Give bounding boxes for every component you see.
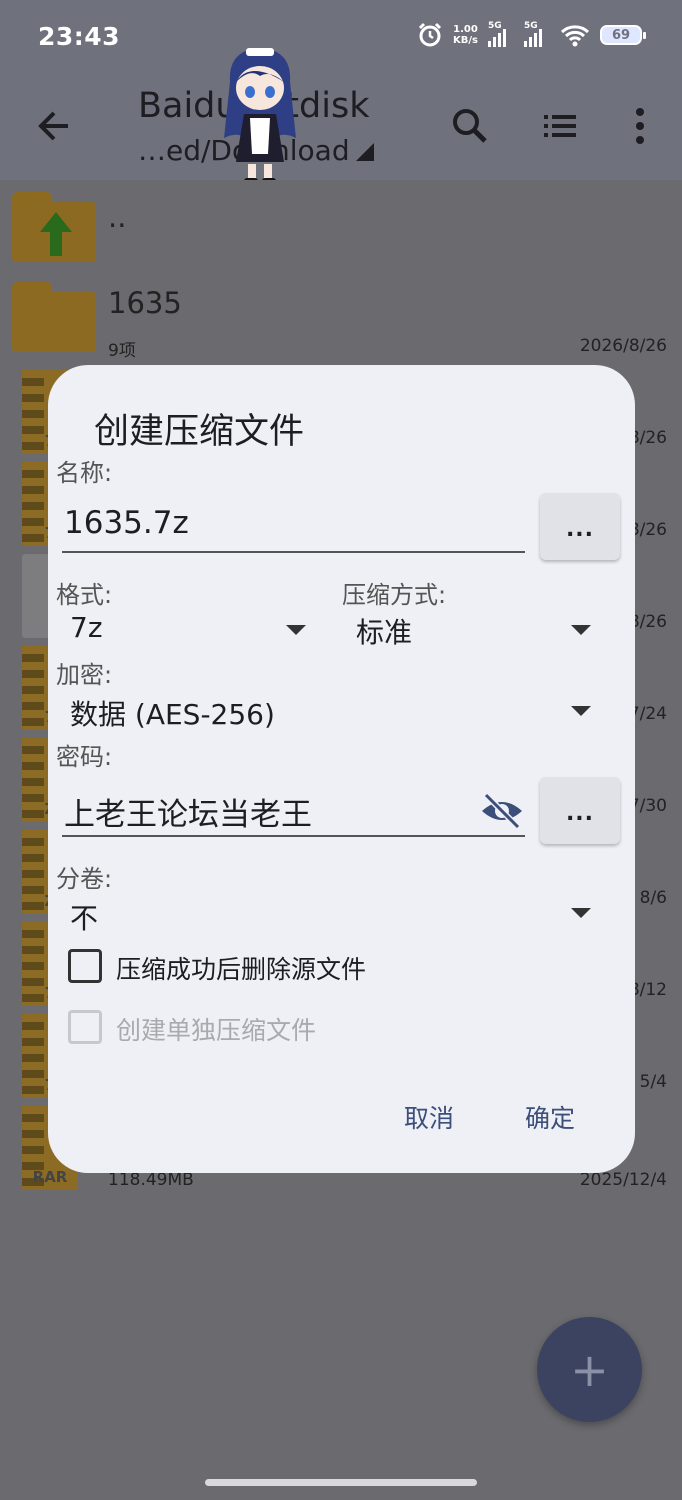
battery-icon: 69 (600, 25, 646, 45)
add-fab-button[interactable]: + (537, 1317, 642, 1422)
status-icons: 1.00 KB/s 5G 5G 69 (417, 21, 646, 48)
signal-icon-2: 5G (524, 21, 550, 47)
app-bar: BaiduNetdisk …ed/Download (0, 76, 682, 180)
dialog-title: 创建压缩文件 (94, 412, 305, 452)
list-item-date: 2025/12/4 (579, 1170, 667, 1190)
list-item-name: 1635 (108, 286, 182, 320)
status-time: 23:43 (38, 22, 121, 51)
status-bar: 23:43 1.00 KB/s 5G 5G 69 (0, 0, 682, 76)
encryption-label: 加密: (56, 661, 113, 689)
list-item-folder[interactable]: 1635 9项 2026/8/26 (0, 272, 682, 364)
list-item-name: .. (108, 200, 127, 234)
split-select[interactable]: 不 (70, 897, 98, 937)
format-select[interactable]: 7z (70, 611, 103, 644)
cancel-button[interactable]: 取消 (404, 1099, 454, 1135)
list-item-meta: 9项 (108, 341, 136, 361)
password-options-button[interactable]: ... (540, 777, 620, 844)
encryption-dropdown-icon[interactable] (571, 706, 591, 716)
delete-source-label[interactable]: 压缩成功后删除源文件 (116, 950, 366, 986)
format-dropdown-icon[interactable] (286, 625, 306, 635)
list-item-date: 5/4 (639, 1072, 667, 1092)
separate-archive-label[interactable]: 创建单独压缩文件 (116, 1011, 316, 1047)
network-speed-value: 1.00 (453, 24, 478, 35)
list-item-date: 2026/8/26 (579, 336, 667, 356)
method-label: 压缩方式: (342, 581, 447, 609)
method-select[interactable]: 标准 (356, 611, 412, 651)
delete-source-checkbox[interactable] (68, 949, 102, 983)
archive-name-field[interactable]: 1635.7z (62, 505, 525, 553)
home-indicator[interactable] (205, 1479, 477, 1486)
plus-icon: + (570, 1342, 609, 1397)
password-label: 密码: (56, 743, 113, 771)
ok-button[interactable]: 确定 (525, 1099, 575, 1135)
list-item-parent[interactable]: .. (0, 180, 682, 272)
more-vert-icon[interactable] (618, 104, 662, 148)
method-dropdown-icon[interactable] (571, 625, 591, 635)
create-archive-dialog: 创建压缩文件 名称: 1635.7z ... 格式: 压缩方式: 7z 标准 加… (48, 365, 635, 1173)
format-label: 格式: (56, 581, 113, 609)
alarm-icon (418, 22, 442, 47)
folder-up-icon (12, 192, 96, 262)
search-icon[interactable] (448, 104, 492, 148)
name-label: 名称: (56, 459, 113, 487)
split-dropdown-icon[interactable] (571, 908, 591, 918)
name-browse-button[interactable]: ... (540, 493, 620, 560)
visibility-off-icon[interactable] (480, 791, 524, 831)
password-field[interactable]: 上老王论坛当老王 (62, 789, 525, 837)
back-arrow-icon[interactable] (34, 106, 74, 155)
signal-icon: 5G (488, 21, 514, 47)
wifi-icon (560, 25, 590, 47)
list-view-icon[interactable] (540, 104, 584, 148)
path-dropdown-icon (355, 143, 374, 161)
network-speed-unit: KB/s (453, 35, 478, 46)
folder-icon (12, 282, 96, 352)
list-item-date: 8/6 (639, 888, 667, 908)
mascot-sticker-icon (224, 48, 296, 184)
encryption-select[interactable]: 数据 (AES-256) (70, 693, 275, 733)
network-speed: 1.00 KB/s (453, 24, 478, 46)
list-item-meta: 118.49MB (108, 1170, 194, 1190)
split-label: 分卷: (56, 865, 113, 893)
separate-archive-checkbox[interactable] (68, 1010, 102, 1044)
